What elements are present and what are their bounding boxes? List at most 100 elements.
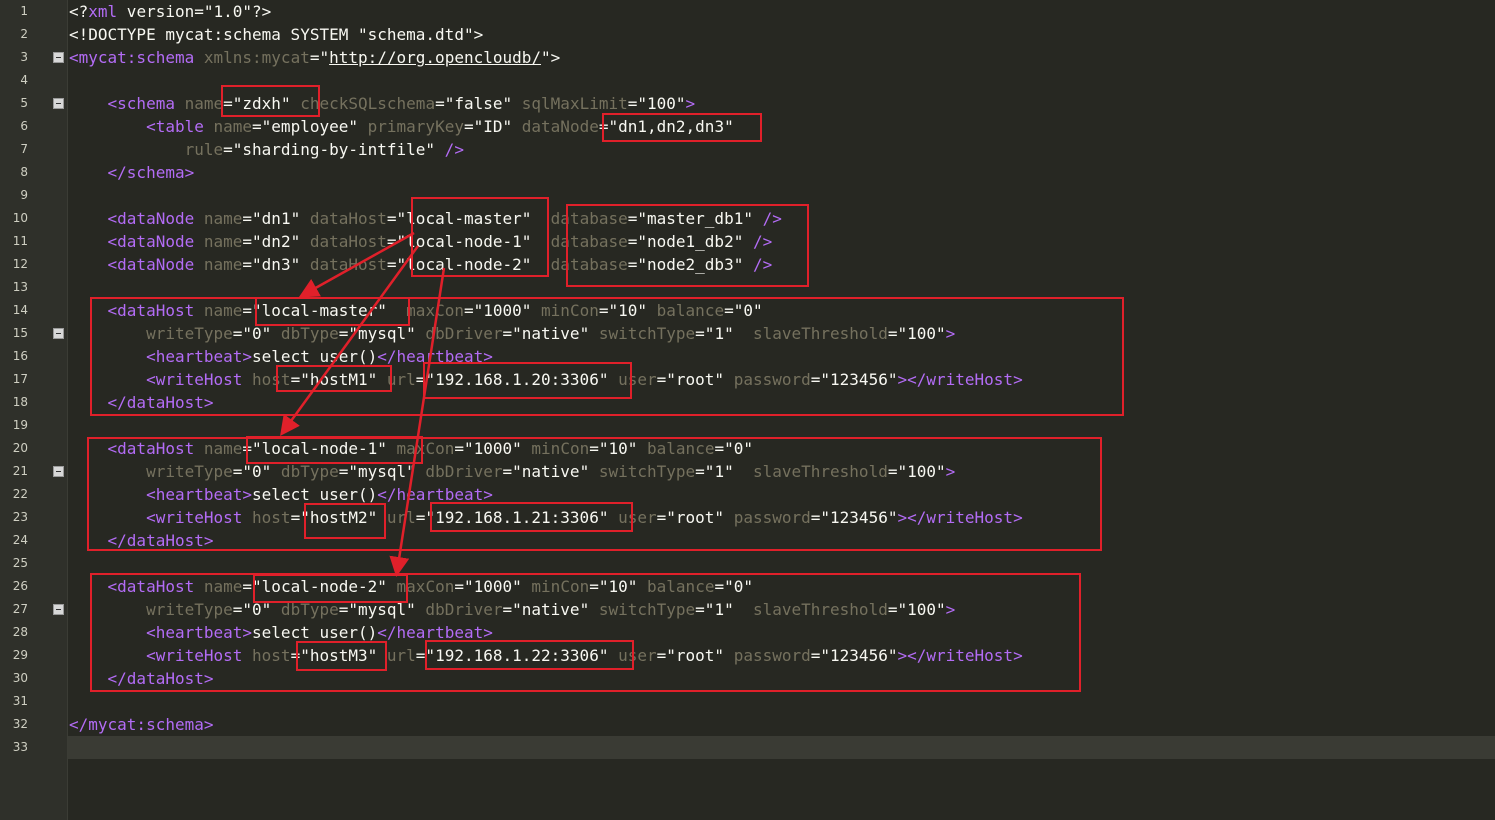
code-line[interactable]: <dataNode name="dn3" dataHost="local-nod…	[69, 253, 773, 276]
code-token: ="hostM2"	[290, 508, 378, 527]
code-line[interactable]: writeType="0" dbType="mysql" dbDriver="n…	[69, 598, 955, 621]
code-line[interactable]: <heartbeat>select user()</heartbeat>	[69, 621, 493, 644]
code-token: ="employee"	[252, 117, 358, 136]
line-number: 9	[20, 188, 28, 202]
code-token: ="root"	[656, 370, 725, 389]
code-line[interactable]: <dataNode name="dn1" dataHost="local-mas…	[69, 207, 782, 230]
code-line[interactable]: <mycat:schema xmlns:mycat="http://org.op…	[69, 46, 560, 69]
code-token: <writeHost	[146, 646, 243, 665]
code-line[interactable]: <dataHost name="local-node-2" maxCon="10…	[69, 575, 753, 598]
code-line[interactable]: </dataHost>	[69, 529, 214, 552]
code-token: name	[194, 301, 243, 320]
code-line[interactable]: </mycat:schema>	[69, 713, 214, 736]
code-token: ="dn1,dn2,dn3"	[598, 117, 734, 136]
fold-toggle-icon[interactable]	[53, 328, 64, 339]
code-line[interactable]: <dataHost name="local-master" maxCon="10…	[69, 299, 763, 322]
code-token: primaryKey	[358, 117, 464, 136]
code-token: ="native"	[502, 600, 590, 619]
code-token: switchType	[589, 462, 696, 481]
line-number: 26	[12, 579, 28, 593]
code-token: ="node1_db2"	[627, 232, 744, 251]
code-token: ="sharding-by-intfile"	[223, 140, 436, 159]
code-token: <dataHost	[107, 301, 195, 320]
fold-toggle-icon[interactable]	[53, 98, 64, 109]
code-line[interactable]: <heartbeat>select user()</heartbeat>	[69, 483, 493, 506]
code-token: >	[685, 94, 696, 113]
code-token: slaveThreshold	[733, 600, 888, 619]
code-token: >	[945, 600, 956, 619]
code-line[interactable]: writeType="0" dbType="mysql" dbDriver="n…	[69, 460, 955, 483]
code-token: user	[608, 508, 657, 527]
code-token: <!DOCTYPE mycat:schema SYSTEM "schema.dt…	[69, 25, 484, 44]
code-editor[interactable]: 1 2 3 4 5 6 7 8 9 10 11 12 13 14 15 16 17 18 19 20 21 22 23 24 2…	[0, 0, 1495, 820]
code-token: host	[242, 370, 291, 389]
code-token: ></writeHost>	[897, 646, 1023, 665]
code-token: <dataNode	[107, 209, 195, 228]
code-line[interactable]: <heartbeat>select user()</heartbeat>	[69, 345, 493, 368]
code-line[interactable]: <dataNode name="dn2" dataHost="local-nod…	[69, 230, 773, 253]
code-token: name	[203, 117, 253, 136]
code-token: name	[194, 232, 243, 251]
code-line[interactable]: rule="sharding-by-intfile" />	[69, 138, 464, 161]
fold-toggle-icon[interactable]	[53, 466, 64, 477]
code-token: ="123456"	[810, 508, 898, 527]
code-line[interactable]: <writeHost host="hostM3" url="192.168.1.…	[69, 644, 1023, 667]
code-token: database	[531, 255, 628, 274]
code-token: checkSQLschema	[290, 94, 436, 113]
code-token: switchType	[589, 600, 696, 619]
code-line[interactable]: </dataHost>	[69, 667, 214, 690]
code-token: name	[194, 209, 243, 228]
code-token: ="dn1"	[242, 209, 301, 228]
code-token: ="	[309, 48, 330, 67]
code-token: dbDriver	[415, 324, 503, 343]
code-line[interactable]: </dataHost>	[69, 391, 214, 414]
code-token: name	[194, 439, 243, 458]
fold-toggle-icon[interactable]	[53, 604, 64, 615]
fold-toggle-icon[interactable]	[53, 52, 64, 63]
code-token: dbType	[271, 600, 339, 619]
code-token: ="0"	[232, 462, 272, 481]
code-line[interactable]: <!DOCTYPE mycat:schema SYSTEM "schema.dt…	[69, 23, 483, 46]
code-token: slaveThreshold	[733, 462, 888, 481]
code-line[interactable]: <writeHost host="hostM1" url="192.168.1.…	[69, 368, 1023, 391]
code-token: ="1000"	[454, 439, 522, 458]
code-token: ="mysql"	[338, 324, 416, 343]
line-number: 3	[20, 50, 28, 64]
code-token: ="mysql"	[338, 462, 416, 481]
code-token: sqlMaxLimit	[512, 94, 628, 113]
code-token: ="master_db1"	[627, 209, 753, 228]
code-line[interactable]: <dataHost name="local-node-1" maxCon="10…	[69, 437, 753, 460]
line-number: 14	[12, 303, 28, 317]
code-line[interactable]: <?xml version="1.0"?>	[69, 0, 271, 23]
code-token: <dataNode	[107, 232, 195, 251]
code-token: ="native"	[502, 462, 590, 481]
code-line[interactable]: <writeHost host="hostM2" url="192.168.1.…	[69, 506, 1023, 529]
code-token: ="root"	[656, 646, 725, 665]
code-token: <mycat:schema	[69, 48, 195, 67]
code-token: name	[194, 577, 243, 596]
line-number: 11	[12, 234, 28, 248]
code-token: />	[743, 255, 773, 274]
line-number: 4	[20, 73, 28, 87]
code-token: />	[752, 209, 782, 228]
code-token: minCon	[531, 301, 599, 320]
line-number: 28	[12, 625, 28, 639]
code-token: dbDriver	[415, 600, 503, 619]
code-token: ></writeHost>	[897, 508, 1023, 527]
code-line[interactable]: writeType="0" dbType="mysql" dbDriver="n…	[69, 322, 955, 345]
code-token: <heartbeat>	[146, 623, 253, 642]
code-token: version="1.0"?>	[117, 2, 272, 21]
code-line[interactable]: </schema>	[69, 161, 195, 184]
code-token: <writeHost	[146, 370, 243, 389]
code-token: </dataHost>	[107, 669, 214, 688]
code-line[interactable]: <table name="employee" primaryKey="ID" d…	[69, 115, 734, 138]
code-token: ="0"	[714, 439, 753, 458]
code-token: </heartbeat>	[377, 485, 493, 504]
code-line[interactable]: <schema name="zdxh" checkSQLschema="fals…	[69, 92, 696, 115]
line-number: 1	[20, 4, 28, 18]
